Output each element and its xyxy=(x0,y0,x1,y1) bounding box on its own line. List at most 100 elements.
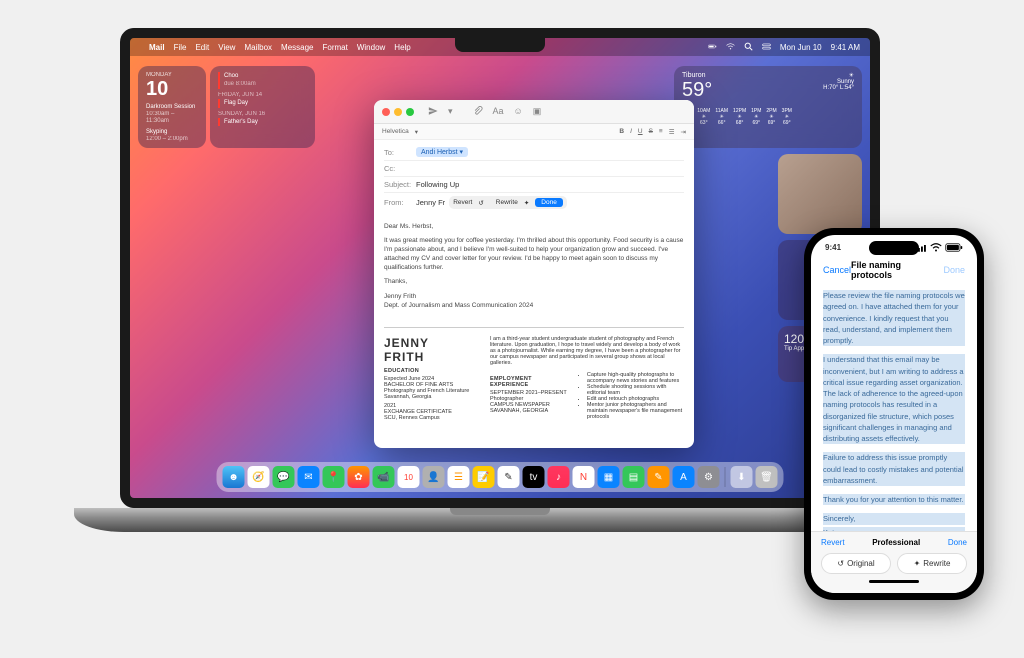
format-toggle-icon[interactable]: Aa xyxy=(493,106,504,117)
finder-icon[interactable]: ☻ xyxy=(223,466,245,488)
messages-icon[interactable]: 💬 xyxy=(273,466,295,488)
list-button[interactable]: ☰ xyxy=(669,128,675,136)
revert-icon[interactable]: ↺ xyxy=(478,199,483,207)
send-icon[interactable] xyxy=(428,106,438,117)
menu-edit[interactable]: Edit xyxy=(195,43,209,52)
weather-widget[interactable]: Tiburon 59° ☀ Sunny H:70° L:54° 9AM☀59° … xyxy=(674,66,862,148)
resume-summary: I am a third-year student undergraduate … xyxy=(490,336,684,366)
sparkle-icon: ✦ xyxy=(914,559,921,568)
from-field[interactable]: From: Jenny Fr Revert ↺ Rewrite ✦ Done xyxy=(384,193,684,212)
subject-field[interactable]: Subject: Following Up xyxy=(384,177,684,193)
photos-widget[interactable] xyxy=(778,154,862,234)
subject-value[interactable]: Following Up xyxy=(416,180,459,189)
app-menu[interactable]: Mail xyxy=(149,43,165,52)
done-button[interactable]: Done xyxy=(943,265,965,275)
macbook-frame: Mail File Edit View Mailbox Message Form… xyxy=(120,28,880,558)
tone-label: Professional xyxy=(872,538,920,547)
rewrite-button[interactable]: ✦ Rewrite xyxy=(897,553,967,574)
calendar-widget[interactable]: MONDAY 10 Darkroom Session 10:30am – 11:… xyxy=(138,66,206,148)
body-paragraph: Failure to address this issue promptly c… xyxy=(823,452,965,486)
notes-icon[interactable]: 📝 xyxy=(473,466,495,488)
cc-field[interactable]: Cc: xyxy=(384,161,684,177)
list-item: Schedule shooting sessions with editoria… xyxy=(587,384,684,396)
close-button[interactable] xyxy=(382,108,390,116)
menu-format[interactable]: Format xyxy=(323,43,348,52)
attach-icon[interactable] xyxy=(473,106,483,117)
indent-button[interactable]: ⇥ xyxy=(681,128,686,136)
bold-button[interactable]: B xyxy=(619,128,624,135)
list-item: Flag Day xyxy=(218,99,307,107)
menu-view[interactable]: View xyxy=(218,43,235,52)
tv-icon[interactable]: tv xyxy=(523,466,545,488)
menu-window[interactable]: Window xyxy=(357,43,385,52)
menubar-date[interactable]: Mon Jun 10 xyxy=(780,43,822,52)
resume-name-last: FRITH xyxy=(384,350,480,364)
menu-message[interactable]: Message xyxy=(281,43,313,52)
keynote-icon[interactable]: ▦ xyxy=(598,466,620,488)
downloads-icon[interactable]: ⬇ xyxy=(731,466,753,488)
revert-button[interactable]: Revert xyxy=(821,538,845,547)
appstore-icon[interactable]: A xyxy=(673,466,695,488)
menu-help[interactable]: Help xyxy=(394,43,410,52)
sun-icon: ☀ xyxy=(823,72,854,79)
macbook-base xyxy=(74,508,925,532)
reminders-icon[interactable]: ☰ xyxy=(448,466,470,488)
news-icon[interactable]: N xyxy=(573,466,595,488)
battery-icon[interactable] xyxy=(708,42,717,53)
body-paragraph: I understand that this email may be inco… xyxy=(823,354,965,444)
window-titlebar[interactable]: ▾ Aa ☺ ▣ xyxy=(374,100,694,124)
list-item: Father's Day xyxy=(218,118,307,126)
photo-picker-icon[interactable]: ▣ xyxy=(533,106,542,117)
home-indicator[interactable] xyxy=(869,580,919,583)
maps-icon[interactable]: 📍 xyxy=(323,466,345,488)
strike-button[interactable]: S xyxy=(649,128,653,135)
header-dropdown-icon[interactable]: ▾ xyxy=(448,106,453,117)
safari-icon[interactable]: 🧭 xyxy=(248,466,270,488)
signature-dept: Dept. of Journalism and Mass Communicati… xyxy=(384,301,684,310)
wifi-icon[interactable] xyxy=(726,42,735,53)
list-header: SUNDAY, JUN 16 xyxy=(218,110,307,118)
menu-mailbox[interactable]: Mailbox xyxy=(244,43,272,52)
to-field[interactable]: To: Andi Herbst ▾ xyxy=(384,144,684,161)
minimize-button[interactable] xyxy=(394,108,402,116)
settings-icon[interactable]: ⚙ xyxy=(698,466,720,488)
cancel-button[interactable]: Cancel xyxy=(823,265,851,275)
revert-button[interactable]: Revert xyxy=(453,199,472,206)
italic-button[interactable]: I xyxy=(630,128,632,135)
calendar-icon[interactable]: 10 xyxy=(398,466,420,488)
writing-tools-toolbar: Revert Professional Done ↺ Original ✦ Re… xyxy=(811,531,977,593)
freeform-icon[interactable]: ✎ xyxy=(498,466,520,488)
trash-icon[interactable]: 🗑 xyxy=(756,466,778,488)
contacts-icon[interactable]: 👤 xyxy=(423,466,445,488)
resume-heading: EMPLOYMENT EXPERIENCE xyxy=(490,376,571,388)
control-center-icon[interactable] xyxy=(762,42,771,53)
format-bar[interactable]: Helvetica ▾ B I U S ≡ ☰ ⇥ xyxy=(374,124,694,140)
original-button[interactable]: ↺ Original xyxy=(821,553,891,574)
calendar-date: 10 xyxy=(146,78,198,101)
mail-body[interactable]: Dear Ms. Herbst, It was great meeting yo… xyxy=(374,216,694,321)
reminders-widget[interactable]: Choo due 8:00am FRIDAY, JUN 14 Flag Day … xyxy=(210,66,315,148)
pages-icon[interactable]: ✎ xyxy=(648,466,670,488)
sparkle-icon[interactable]: ✦ xyxy=(524,199,529,207)
underline-button[interactable]: U xyxy=(638,128,643,135)
search-icon[interactable] xyxy=(744,42,753,53)
fullscreen-button[interactable] xyxy=(406,108,414,116)
mail-compose-window: ▾ Aa ☺ ▣ Helvetica ▾ B I U S ≡ ☰ xyxy=(374,100,694,448)
mail-icon[interactable]: ✉ xyxy=(298,466,320,488)
done-button[interactable]: Done xyxy=(948,538,967,547)
recipient-token[interactable]: Andi Herbst ▾ xyxy=(416,147,468,157)
menu-file[interactable]: File xyxy=(174,43,187,52)
rewrite-button[interactable]: Rewrite xyxy=(496,199,518,206)
numbers-icon[interactable]: ▤ xyxy=(623,466,645,488)
menubar-time[interactable]: 9:41 AM xyxy=(831,43,860,52)
body-paragraph: It was great meeting you for coffee yest… xyxy=(384,236,684,272)
iphone-mail-body[interactable]: Please review the file naming protocols … xyxy=(811,286,977,550)
align-button[interactable]: ≡ xyxy=(659,128,663,135)
photos-icon[interactable]: ✿ xyxy=(348,466,370,488)
list-header: FRIDAY, JUN 14 xyxy=(218,91,307,99)
facetime-icon[interactable]: 📹 xyxy=(373,466,395,488)
font-name[interactable]: Helvetica xyxy=(382,128,409,135)
emoji-icon[interactable]: ☺ xyxy=(514,106,523,117)
music-icon[interactable]: ♪ xyxy=(548,466,570,488)
done-button[interactable]: Done xyxy=(535,198,563,207)
